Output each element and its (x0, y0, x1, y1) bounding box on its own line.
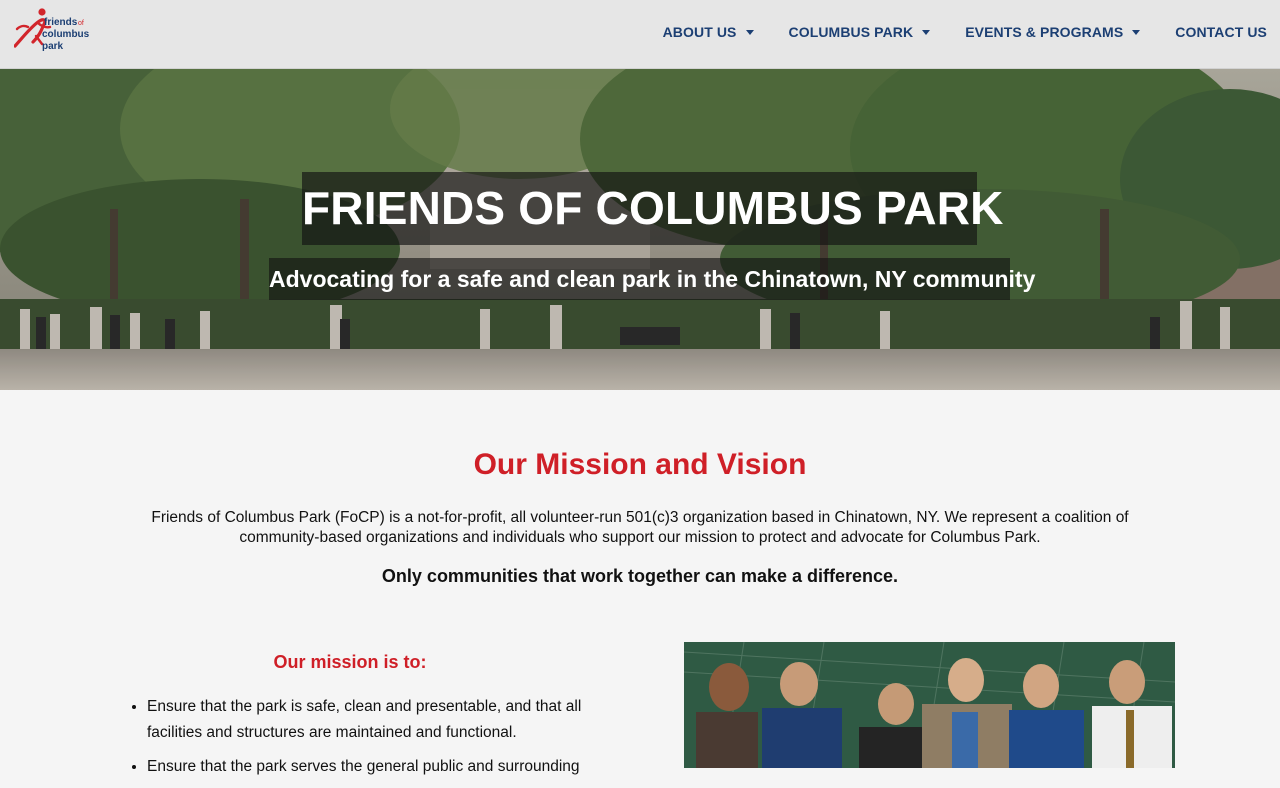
group-photo (684, 642, 1175, 768)
main-nav: ABOUT US COLUMBUS PARK EVENTS & PROGRAMS… (628, 0, 1267, 64)
nav-columbus-park[interactable]: COLUMBUS PARK (789, 24, 931, 40)
svg-text:friends: friends (44, 17, 78, 28)
nav-label: ABOUT US (662, 24, 737, 40)
nav-about-us[interactable]: ABOUT US (663, 24, 754, 40)
mission-list: Ensure that the park is safe, clean and … (128, 694, 617, 788)
hero-subtitle: Advocating for a safe and clean park in … (269, 258, 1035, 300)
caret-down-icon (745, 29, 754, 35)
list-item: Ensure that the park serves the general … (147, 754, 617, 780)
caret-down-icon (922, 29, 931, 35)
caret-down-icon (1132, 29, 1141, 35)
mission-list-heading: Our mission is to: (273, 652, 427, 672)
running-figure-logo-icon: friends of columbus park (14, 8, 90, 52)
list-item: Ensure that the park is safe, clean and … (147, 694, 617, 746)
mission-body: Friends of Columbus Park (FoCP) is a not… (151, 509, 1129, 546)
group-photo-image (684, 642, 1175, 768)
mission-tagline: Only communities that work together can … (381, 566, 899, 586)
nav-events-programs[interactable]: EVENTS & PROGRAMS (965, 24, 1141, 40)
nav-label: COLUMBUS PARK (788, 24, 914, 40)
nav-label: EVENTS & PROGRAMS (965, 24, 1124, 40)
hero-banner: FRIENDS OF COLUMBUS PARK Advocating for … (0, 69, 1280, 390)
nav-label: CONTACT US (1175, 24, 1267, 40)
site-logo[interactable]: friends of columbus park (14, 6, 94, 56)
nav-contact-us[interactable]: CONTACT US (1175, 24, 1267, 40)
svg-text:park: park (42, 41, 64, 52)
hero-title: FRIENDS OF COLUMBUS PARK (302, 172, 1003, 245)
mission-heading: Our Mission and Vision (473, 448, 807, 481)
svg-text:of: of (78, 20, 84, 27)
svg-text:columbus: columbus (42, 29, 90, 40)
site-header: friends of columbus park ABOUT US COLUMB… (0, 0, 1280, 69)
